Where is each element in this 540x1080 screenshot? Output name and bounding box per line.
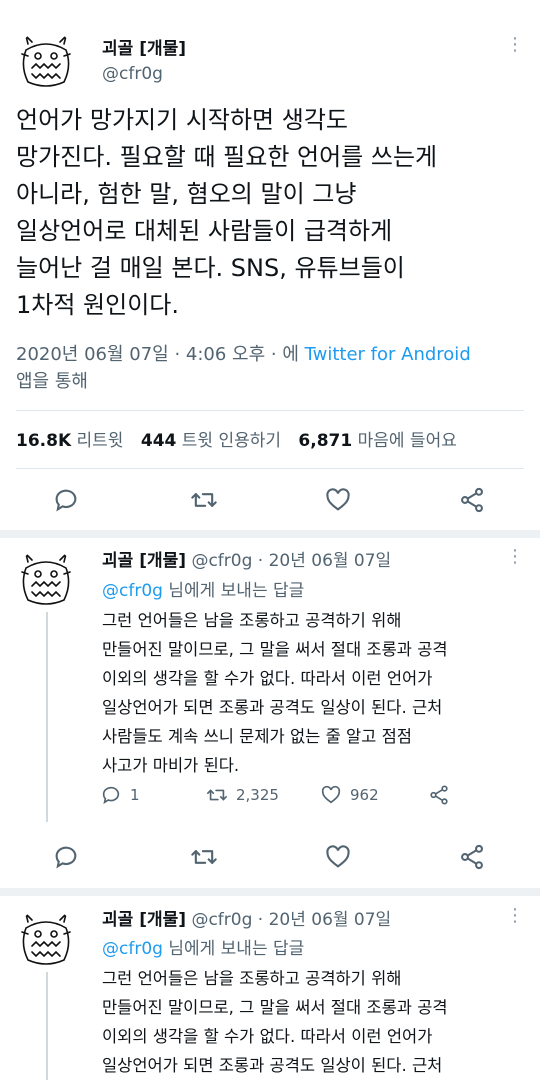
like-icon	[321, 785, 341, 804]
reply-button[interactable]	[52, 486, 82, 516]
reply-icon	[55, 846, 77, 869]
avatar-doodle-icon	[21, 911, 71, 965]
retweet-count: 2,325	[236, 786, 279, 804]
likes-count[interactable]: 6,871	[298, 431, 352, 451]
likes-label[interactable]: 마음에 들어요	[358, 431, 457, 451]
tweet-date: 2020년 06월 07일 · 4:06 오후 · 에	[16, 344, 305, 365]
like-icon	[326, 845, 350, 868]
reply-text: 그런 언어들은 남을 조롱하고 공격하기 위해 만들어진 말이므로, 그 말을 …	[102, 969, 448, 1075]
like-button[interactable]	[324, 486, 354, 516]
author-handle[interactable]: @cfr0g	[102, 64, 163, 84]
reply-to-suffix: 님에게 보내는 답글	[162, 581, 305, 601]
reply-to-handle[interactable]: @cfr0g	[102, 939, 163, 959]
divider	[16, 410, 524, 411]
share-icon	[430, 785, 448, 805]
section-separator	[0, 888, 540, 896]
tweet-meta: 2020년 06월 07일 · 4:06 오후 · 에 Twitter for …	[16, 341, 528, 395]
quotes-count[interactable]: 444	[141, 431, 177, 451]
avatar[interactable]	[16, 30, 76, 90]
thread-line	[46, 972, 48, 1080]
reply-handle-date[interactable]: @cfr0g · 20년 06월 07일	[191, 910, 391, 930]
source-link[interactable]: Twitter for Android	[305, 344, 471, 365]
reply-action-bar: 1 2,325 962	[100, 784, 520, 808]
reply-author-name[interactable]: 괴골 [개물]	[102, 910, 186, 930]
reply-author-name[interactable]: 괴골 [개물]	[102, 551, 186, 571]
reply-count: 1	[130, 786, 140, 804]
like-button[interactable]: 962	[320, 784, 379, 806]
reply-to-suffix: 님에게 보내는 답글	[162, 939, 305, 959]
retweets-count[interactable]: 16.8K	[16, 431, 71, 451]
more-icon[interactable]: ⋮	[506, 34, 524, 55]
retweet-icon	[207, 789, 227, 801]
reply-icon	[55, 489, 77, 512]
share-button[interactable]	[428, 784, 458, 806]
reply-button[interactable]: 1	[100, 784, 140, 806]
like-button[interactable]	[324, 843, 354, 873]
retweet-icon	[191, 850, 217, 864]
reply-button[interactable]	[52, 843, 82, 873]
reply-text: 그런 언어들은 남을 조롱하고 공격하기 위해 만들어진 말이므로, 그 말을 …	[102, 611, 448, 775]
section-separator	[0, 530, 540, 538]
main-action-bar	[0, 486, 540, 516]
tweet-text: 언어가 망가지기 시작하면 생각도 망가진다. 필요할 때 필요한 언어를 쓰는…	[16, 106, 438, 319]
tweet-stats: 16.8K 리트윗 444 트윗 인용하기 6,871 마음에 들어요	[16, 426, 457, 451]
retweet-button[interactable]	[190, 843, 220, 873]
retweet-button[interactable]	[190, 486, 220, 516]
more-icon[interactable]: ⋮	[506, 905, 524, 926]
like-count: 962	[350, 786, 379, 804]
reply-to-line: @cfr0g 님에게 보내는 답글	[102, 934, 304, 959]
more-icon[interactable]: ⋮	[506, 546, 524, 567]
retweet-button[interactable]: 2,325	[206, 784, 279, 806]
reply-to-handle[interactable]: @cfr0g	[102, 581, 163, 601]
author-name[interactable]: 괴골 [개물]	[102, 34, 186, 59]
secondary-action-bar	[0, 843, 540, 873]
quotes-label[interactable]: 트윗 인용하기	[182, 431, 281, 451]
reply-icon	[102, 786, 120, 805]
share-button[interactable]	[458, 843, 488, 873]
reply-handle-date[interactable]: @cfr0g · 20년 06월 07일	[191, 551, 391, 571]
source-suffix: 앱을 통해	[16, 371, 88, 392]
retweet-icon	[191, 493, 217, 507]
reply-to-line: @cfr0g 님에게 보내는 답글	[102, 576, 304, 601]
reply-header[interactable]: 괴골 [개물] @cfr0g · 20년 06월 07일	[102, 546, 391, 571]
reply-header[interactable]: 괴골 [개물] @cfr0g · 20년 06월 07일	[102, 905, 391, 930]
like-icon	[326, 488, 350, 511]
avatar[interactable]	[16, 548, 76, 608]
avatar-doodle-icon	[21, 33, 71, 87]
avatar-doodle-icon	[21, 551, 71, 605]
share-icon	[461, 487, 483, 513]
thread-line	[46, 612, 48, 822]
retweets-label[interactable]: 리트윗	[77, 431, 124, 451]
share-icon	[461, 844, 483, 870]
divider	[16, 468, 524, 469]
share-button[interactable]	[458, 486, 488, 516]
avatar[interactable]	[16, 908, 76, 968]
